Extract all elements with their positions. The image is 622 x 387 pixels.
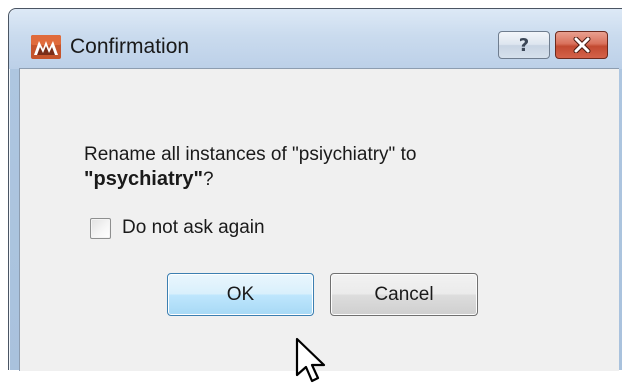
new-term-text: "psychiatry" [84,168,204,190]
dialog-body: Rename all instances of "psiychiatry" to… [19,68,619,383]
help-icon: ? [518,34,530,56]
close-icon [573,37,590,53]
message-line: Rename all instances of "psiychiatry" to [84,144,417,165]
close-button[interactable] [555,31,608,59]
app-logo-icon [31,35,61,59]
do-not-ask-row[interactable]: Do not ask again [90,216,265,240]
do-not-ask-label[interactable]: Do not ask again [122,216,265,240]
confirmation-message: Rename all instances of "psiychiatry" to… [84,142,416,192]
title-bar[interactable]: Confirmation ? [9,9,622,69]
ok-button[interactable]: OK [167,273,314,316]
help-button[interactable]: ? [498,31,550,59]
cancel-button[interactable]: Cancel [330,273,478,316]
mouse-pointer-icon [295,337,326,383]
dialog-window: Confirmation ? Rename all instances of "… [8,8,622,383]
message-suffix: ? [203,169,214,190]
do-not-ask-checkbox[interactable] [90,217,111,239]
window-title: Confirmation [70,35,190,58]
